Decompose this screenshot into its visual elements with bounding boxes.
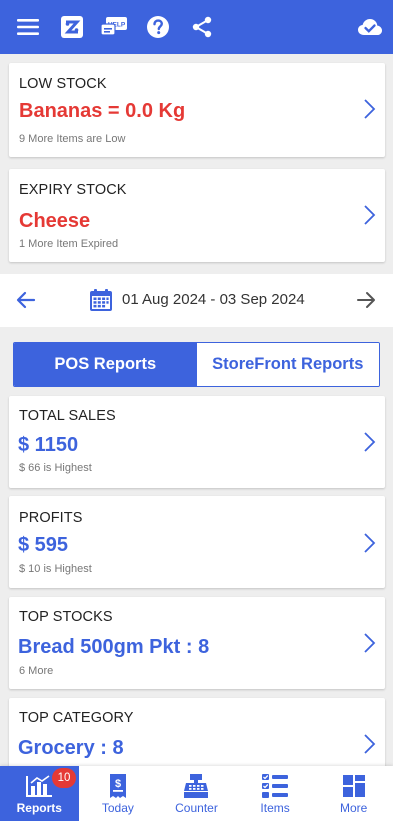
expiry-stock-more: 1 More Item Expired xyxy=(19,238,118,250)
tab-storefront-reports[interactable]: StoreFront Reports xyxy=(196,343,379,386)
low-stock-more-count: 9 More xyxy=(19,133,54,145)
profits-title: PROFITS xyxy=(19,510,83,526)
expiry-stock-title: EXPIRY STOCK xyxy=(19,182,127,198)
total-sales-highest: $ 66 is Highest xyxy=(19,462,92,474)
low-stock-card[interactable]: LOW STOCK Bananas = 0.0 Kg 9 More Items … xyxy=(9,63,385,157)
receipt-dollar-icon: $ xyxy=(104,773,132,799)
checklist-icon xyxy=(261,773,289,799)
nav-reports[interactable]: Reports 10 xyxy=(0,766,79,821)
report-tabs: POS Reports StoreFront Reports xyxy=(13,342,380,387)
chevron-right-icon xyxy=(364,633,376,653)
top-category-title: TOP CATEGORY xyxy=(19,710,134,726)
notification-badge: 10 xyxy=(52,768,76,788)
share-icon[interactable] xyxy=(188,13,216,41)
profits-value: $ 595 xyxy=(18,534,69,556)
top-stocks-card[interactable]: TOP STOCKS Bread 500gm Pkt : 8 6 More xyxy=(9,597,385,689)
profits-card[interactable]: PROFITS $ 595 $ 10 is Highest xyxy=(9,496,385,588)
menu-icon[interactable] xyxy=(14,13,42,41)
nav-items-label: Items xyxy=(260,801,290,815)
top-stocks-value: Bread 500gm Pkt : 8 xyxy=(18,636,210,658)
top-stocks-title: TOP STOCKS xyxy=(19,609,113,625)
reports-chart-icon xyxy=(25,773,53,799)
nav-items[interactable]: Items xyxy=(236,766,315,821)
cash-register-icon xyxy=(182,773,210,799)
help-chat-icon[interactable]: HELP xyxy=(100,13,128,41)
top-app-bar: HELP xyxy=(0,0,393,54)
next-period-arrow-icon[interactable] xyxy=(356,291,378,311)
low-stock-title: LOW STOCK xyxy=(19,76,107,92)
low-stock-more: 9 More Items are Low xyxy=(19,133,125,145)
tab-pos-reports[interactable]: POS Reports xyxy=(14,343,197,386)
top-category-value: Grocery : 8 xyxy=(18,737,124,759)
nav-counter[interactable]: Counter xyxy=(157,766,236,821)
nav-today-label: Today xyxy=(101,801,134,815)
date-range-text[interactable]: 01 Aug 2024 - 03 Sep 2024 xyxy=(122,291,305,308)
cloud-check-icon[interactable] xyxy=(356,13,384,41)
chevron-right-icon xyxy=(364,205,376,225)
nav-reports-label: Reports xyxy=(16,801,62,815)
nav-counter-label: Counter xyxy=(175,801,218,815)
chevron-right-icon xyxy=(364,99,376,119)
profits-highest: $ 10 is Highest xyxy=(19,563,92,575)
total-sales-value: $ 1150 xyxy=(18,434,79,456)
chevron-right-icon xyxy=(364,432,376,452)
expiry-stock-more-text: Item Expired xyxy=(56,238,119,250)
previous-period-arrow-icon[interactable] xyxy=(16,291,38,311)
nav-today[interactable]: $ Today xyxy=(79,766,158,821)
expiry-stock-card[interactable]: EXPIRY STOCK Cheese 1 More Item Expired xyxy=(9,169,385,262)
calendar-icon[interactable] xyxy=(89,288,113,312)
question-icon[interactable] xyxy=(144,13,172,41)
low-stock-highlight: Bananas = 0.0 Kg xyxy=(19,100,186,122)
date-range-bar: 01 Aug 2024 - 03 Sep 2024 xyxy=(0,274,393,327)
nav-more-label: More xyxy=(340,801,368,815)
svg-text:$: $ xyxy=(115,778,121,790)
chevron-right-icon xyxy=(364,533,376,553)
nav-more[interactable]: More xyxy=(314,766,393,821)
logo-icon[interactable] xyxy=(58,13,86,41)
grid-more-icon xyxy=(340,773,368,799)
expiry-stock-more-count: 1 More xyxy=(19,238,54,250)
expiry-stock-highlight: Cheese xyxy=(19,210,91,232)
total-sales-title: TOTAL SALES xyxy=(19,408,116,424)
bottom-navigation: Reports 10 $ Today Counter Items More xyxy=(0,766,393,821)
chevron-right-icon xyxy=(364,734,376,754)
top-stocks-more: 6 More xyxy=(19,665,54,677)
low-stock-more-text: Items are Low xyxy=(56,133,126,145)
total-sales-card[interactable]: TOTAL SALES $ 1150 $ 66 is Highest xyxy=(9,396,385,488)
